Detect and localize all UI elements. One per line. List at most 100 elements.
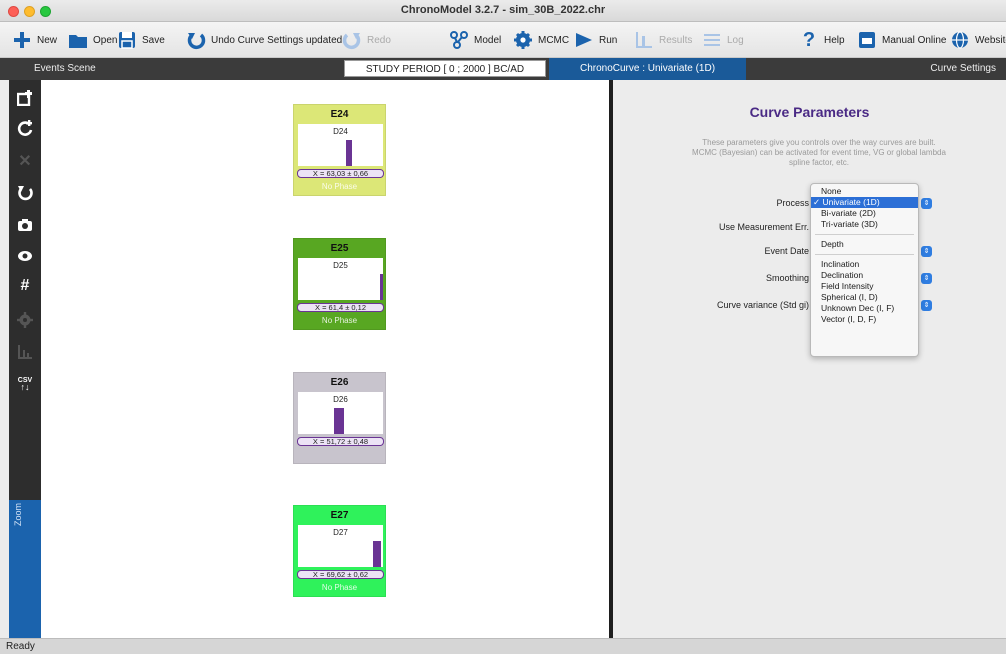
floppy-disk-icon (117, 30, 137, 50)
menu-separator (815, 234, 914, 235)
close-icon: ✕ (18, 153, 32, 170)
process-select-arrows-icon[interactable]: ⇕ (921, 198, 932, 209)
zoom-slider[interactable]: Zoom (9, 500, 41, 638)
event-card[interactable]: E24 D24 X = 63,03 ± 0,66 No Phase (293, 104, 386, 196)
date-name: D25 (333, 261, 348, 270)
events-scene[interactable]: E24 D24 X = 63,03 ± 0,66 No Phase E25 D25 X = … (41, 80, 609, 638)
event-card[interactable]: E26 D26 X = 51,72 ± 0,48 (293, 372, 386, 464)
event-phase: No Phase (321, 182, 358, 191)
date-density-bar (379, 274, 383, 300)
event-x-value: X = 69,62 ± 0,62 (297, 570, 384, 579)
model-graph-icon (449, 30, 469, 50)
question-mark-icon: ? (802, 29, 816, 51)
help-button[interactable]: ? Help (799, 30, 845, 50)
manual-online-button[interactable]: Manual Online (857, 30, 946, 50)
plus-icon (12, 30, 32, 50)
chronocurve-tab[interactable]: ChronoCurve : Univariate (1D) (549, 58, 746, 80)
results-chart-icon (634, 30, 654, 50)
new-bound-tool[interactable] (9, 114, 41, 142)
undo-circle-icon (18, 186, 33, 201)
event-x-value: X = 61,4 ± 0,12 (297, 303, 384, 312)
smoothing-label: Smoothing (765, 273, 809, 283)
toolbar: New Open Save Undo Curve Settings update… (0, 22, 1006, 58)
redo-button[interactable]: Redo (342, 30, 391, 50)
event-phase: No Phase (321, 583, 358, 592)
grid-tool[interactable]: # (9, 272, 41, 300)
menu-item-declination[interactable]: Declination (811, 270, 918, 281)
event-x-value: X = 51,72 ± 0,48 (297, 437, 384, 446)
study-period-button[interactable]: STUDY PERIOD [ 0 ; 2000 ] BC/AD (344, 60, 546, 77)
date-plot[interactable]: D24 (298, 124, 383, 166)
redo-icon (342, 30, 362, 50)
mcmc-button[interactable]: MCMC (513, 30, 569, 50)
status-bar: Ready (0, 638, 1006, 654)
date-name: D24 (333, 127, 348, 136)
model-button[interactable]: Model (449, 30, 501, 50)
event-date-select-arrows-icon[interactable]: ⇕ (921, 246, 932, 257)
website-button[interactable]: Website (950, 30, 1006, 50)
menu-item-inclination[interactable]: Inclination (811, 259, 918, 270)
recycle-tool[interactable] (9, 179, 41, 207)
event-phase: No Phase (321, 316, 358, 325)
settings-tool[interactable] (9, 306, 41, 334)
event-name: E24 (330, 109, 349, 120)
menu-item-bivariate[interactable]: Bi-variate (2D) (811, 208, 918, 219)
curve-settings-tab[interactable]: Curve Settings (930, 63, 996, 74)
date-density-bar (373, 541, 381, 567)
date-plot[interactable]: D26 (298, 392, 383, 434)
menu-item-unknown-dec[interactable]: Unknown Dec (I, F) (811, 303, 918, 314)
panel-title: Curve Parameters (749, 104, 870, 120)
undo-button[interactable]: Undo Curve Settings updated (186, 30, 342, 50)
smoothing-select-arrows-icon[interactable]: ⇕ (921, 273, 932, 284)
panel-description: These parameters give you controls over … (692, 138, 946, 167)
events-scene-label: Events Scene (34, 63, 96, 74)
new-event-tool[interactable] (9, 84, 41, 112)
menu-item-depth[interactable]: Depth (811, 239, 918, 250)
globe-icon (950, 30, 970, 50)
date-plot[interactable]: D25 (298, 258, 383, 300)
event-x-value: X = 63,03 ± 0,66 (297, 169, 384, 178)
new-button[interactable]: New (12, 30, 57, 50)
refresh-plus-icon (17, 120, 33, 136)
menu-item-univariate[interactable]: ✓ Univariate (1D) (811, 197, 918, 208)
gear-icon (513, 30, 533, 50)
event-card[interactable]: E27 D27 X = 69,62 ± 0,62 No Phase (293, 505, 386, 597)
menu-item-trivariate[interactable]: Tri-variate (3D) (811, 219, 918, 230)
export-image-tool[interactable] (9, 211, 41, 239)
log-button[interactable]: Log (702, 30, 744, 50)
event-card[interactable]: E25 D25 X = 61,4 ± 0,12 No Phase (293, 238, 386, 330)
folder-icon (68, 30, 88, 50)
menu-item-none[interactable]: None (811, 186, 918, 197)
log-lines-icon (702, 30, 722, 50)
zoom-label: Zoom (13, 502, 23, 526)
scene-header: Events Scene STUDY PERIOD [ 0 ; 2000 ] B… (0, 58, 1006, 80)
gear-icon (17, 312, 33, 328)
arrows-icon: ↑↓ (20, 382, 30, 392)
undo-icon (186, 30, 206, 50)
curve-parameters-panel: Curve Parameters These parameters give y… (613, 80, 1006, 638)
process-label: Process (776, 198, 809, 208)
date-density-bar (346, 140, 352, 166)
results-button[interactable]: Results (634, 30, 692, 50)
hash-grid-icon: # (20, 277, 30, 294)
save-button[interactable]: Save (117, 30, 165, 50)
menu-item-field-intensity[interactable]: Field Intensity (811, 281, 918, 292)
event-name: E25 (330, 243, 349, 254)
manual-pdf-icon (857, 30, 877, 50)
date-plot[interactable]: D27 (298, 525, 383, 567)
show-tool[interactable] (9, 242, 41, 270)
run-button[interactable]: Run (574, 30, 617, 50)
process-dropdown-menu: None ✓ Univariate (1D) Bi-variate (2D) T… (810, 183, 919, 357)
chart-tool[interactable] (9, 338, 41, 366)
open-button[interactable]: Open (68, 30, 117, 50)
menu-item-vector[interactable]: Vector (I, D, F) (811, 314, 918, 325)
delete-tool[interactable]: ✕ (9, 147, 41, 175)
chart-icon (18, 345, 32, 359)
curve-variance-select-arrows-icon[interactable]: ⇕ (921, 300, 932, 311)
menu-item-spherical[interactable]: Spherical (I, D) (811, 292, 918, 303)
camera-icon (18, 219, 32, 231)
check-icon: ✓ (813, 197, 821, 207)
csv-export-tool[interactable]: CSV ↑↓ (9, 370, 41, 398)
date-name: D26 (333, 395, 348, 404)
title-bar: ChronoModel 3.2.7 - sim_30B_2022.chr (0, 0, 1006, 22)
